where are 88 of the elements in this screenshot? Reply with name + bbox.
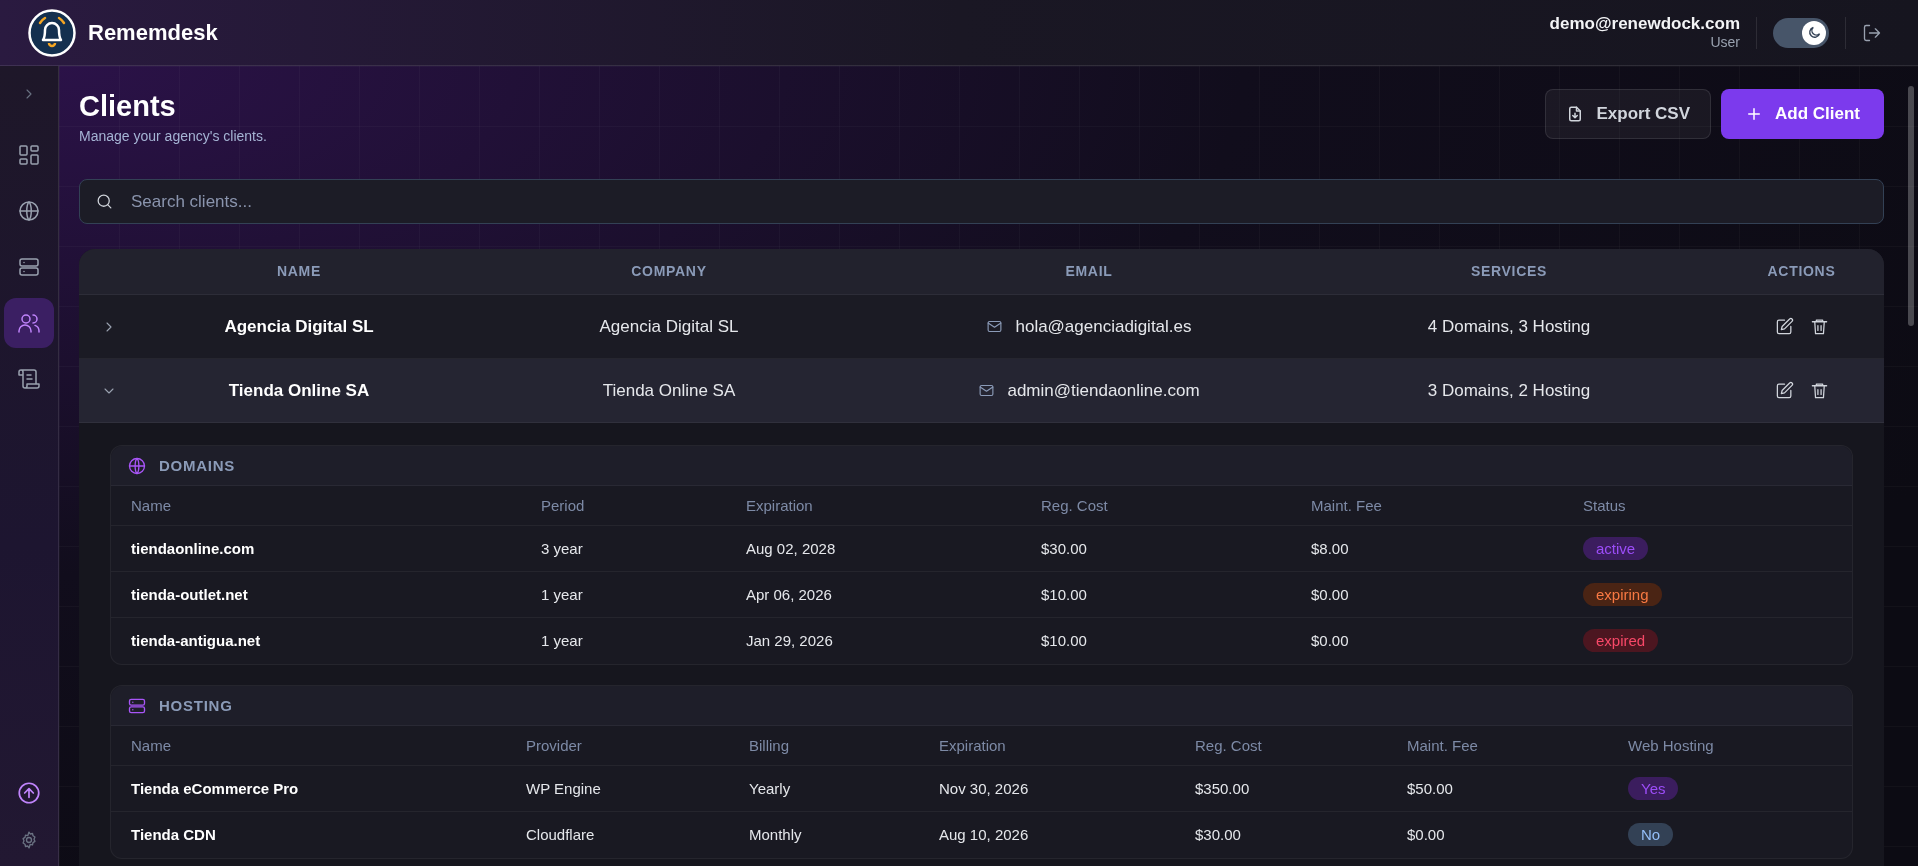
table-cell: $0.00: [1407, 826, 1445, 844]
column-header: Reg. Cost: [1041, 496, 1108, 514]
table-cell: $0.00: [1311, 632, 1349, 650]
column-header: Billing: [749, 736, 790, 754]
table-cell: Tienda CDN: [131, 826, 216, 844]
client-name: Agencia Digital SL: [224, 316, 374, 338]
plus-icon: [1745, 105, 1763, 123]
globe-icon: [127, 455, 147, 476]
globe-icon: [17, 199, 41, 223]
upload-circle-icon[interactable]: [16, 780, 42, 806]
scrollbar[interactable]: [1908, 86, 1914, 326]
column-header: NAME: [277, 262, 321, 282]
table-cell: tienda-antigua.net: [131, 632, 261, 650]
services-summary: 3 Domains, 2 Hosting: [1427, 380, 1591, 402]
column-header: Provider: [526, 736, 582, 754]
client-email: hola@agenciadigital.es: [1015, 316, 1192, 338]
table-cell: Monthly: [749, 826, 802, 844]
table-cell: $30.00: [1195, 826, 1241, 844]
services-summary: 4 Domains, 3 Hosting: [1427, 316, 1591, 338]
table-cell: 3 year: [541, 539, 583, 557]
table-cell: WP Engine: [526, 779, 601, 797]
column-header: Status: [1583, 496, 1626, 514]
bell-logo-icon: [28, 8, 76, 57]
status-badge: expired: [1583, 629, 1659, 653]
table-cell: $10.00: [1041, 632, 1087, 650]
trash-icon[interactable]: [1809, 317, 1829, 337]
company-name: Agencia Digital SL: [599, 316, 739, 338]
edit-icon[interactable]: [1774, 381, 1794, 401]
table-cell: Yearly: [749, 779, 791, 797]
app-name: Rememdesk: [88, 19, 218, 47]
status-badge: No: [1628, 823, 1674, 847]
theme-toggle[interactable]: [1773, 17, 1829, 48]
table-cell: tiendaonline.com: [131, 539, 255, 557]
column-header: Reg. Cost: [1195, 736, 1262, 754]
scroll-icon: [17, 367, 41, 391]
table-cell: Aug 02, 2028: [746, 539, 836, 557]
page-subtitle: Manage your agency's clients.: [79, 127, 267, 147]
add-client-button[interactable]: Add Client: [1721, 89, 1884, 139]
users-icon: [17, 311, 41, 335]
table-cell: 1 year: [541, 632, 583, 650]
column-header: Web Hosting: [1628, 736, 1714, 754]
moon-icon: [1802, 20, 1826, 45]
column-header: EMAIL: [1065, 262, 1113, 282]
table-cell: 1 year: [541, 585, 583, 603]
server-icon: [17, 255, 41, 279]
logout-icon[interactable]: [1862, 22, 1882, 43]
table-cell: Tienda eCommerce Pro: [131, 779, 299, 797]
column-header: SERVICES: [1470, 262, 1548, 282]
table-cell: tienda-outlet.net: [131, 585, 248, 603]
sidebar-item[interactable]: [4, 298, 54, 348]
column-header: Maint. Fee: [1407, 736, 1478, 754]
column-header: Period: [541, 496, 585, 514]
table-cell: $50.00: [1407, 779, 1453, 797]
edit-icon[interactable]: [1774, 317, 1794, 337]
settings-icon[interactable]: [19, 830, 39, 850]
table-cell: Jan 29, 2026: [746, 632, 833, 650]
section-title: HOSTING: [159, 695, 233, 716]
export-csv-button[interactable]: Export CSV: [1545, 89, 1711, 139]
search-field[interactable]: Search clients...: [79, 179, 1884, 225]
client-email: admin@tiendaonline.com: [1007, 380, 1200, 402]
column-header: Expiration: [746, 496, 813, 514]
column-header: Name: [131, 496, 171, 514]
column-header: Maint. Fee: [1311, 496, 1382, 514]
table-cell: $350.00: [1195, 779, 1250, 797]
status-badge: active: [1583, 536, 1649, 560]
user-role: User: [1710, 34, 1740, 52]
client-row[interactable]: Tienda Online SA Tienda Online SA admin@tiendaonline.com 3 Domains, 2 Hosting: [79, 359, 1884, 424]
trash-icon[interactable]: [1809, 381, 1829, 401]
column-header: Name: [131, 736, 171, 754]
column-header: ACTIONS: [1767, 262, 1836, 282]
table-cell: Apr 06, 2026: [746, 585, 832, 603]
column-header: COMPANY: [631, 262, 707, 282]
status-badge: expiring: [1583, 582, 1662, 606]
column-header: Expiration: [939, 736, 1006, 754]
table-cell: $0.00: [1311, 585, 1349, 603]
page-title: Clients: [79, 89, 177, 124]
user-email: demo@renewdock.com: [1549, 13, 1740, 35]
dashboard-icon: [17, 143, 41, 167]
client-name: Tienda Online SA: [228, 380, 370, 402]
status-badge: Yes: [1628, 776, 1679, 800]
section-title: DOMAINS: [159, 455, 236, 476]
table-cell: $30.00: [1041, 539, 1087, 557]
company-name: Tienda Online SA: [602, 380, 736, 402]
table-cell: $8.00: [1311, 539, 1349, 557]
table-cell: Aug 10, 2026: [939, 826, 1029, 844]
table-cell: $10.00: [1041, 585, 1087, 603]
table-cell: Cloudflare: [526, 826, 595, 844]
table-cell: Nov 30, 2026: [939, 779, 1029, 797]
